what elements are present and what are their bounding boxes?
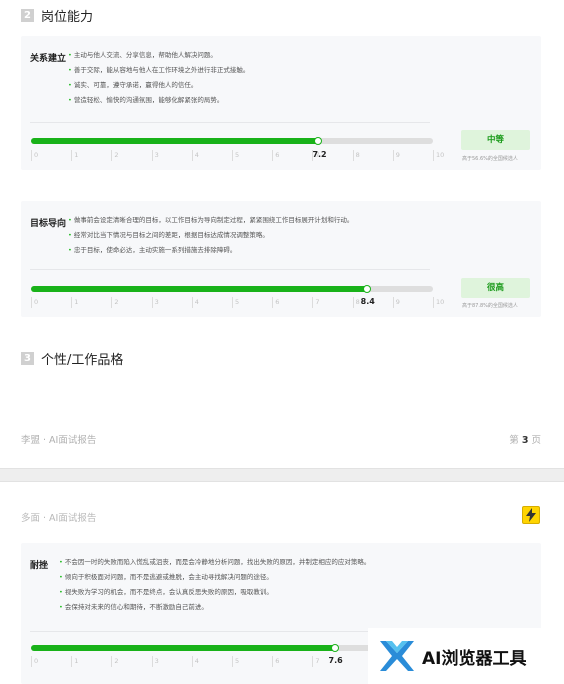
scale-tick: 1 — [71, 150, 78, 161]
scale-tick: 6 — [272, 150, 279, 161]
page-prefix: 第 — [509, 435, 519, 446]
scale-tick: 8 — [352, 297, 360, 308]
scale-tick: 5 — [232, 150, 239, 161]
page-number: 第 3 页 — [509, 432, 541, 446]
section-heading-ability: 2 岗位能力 — [21, 6, 93, 25]
divider — [30, 122, 430, 123]
scale-tick: 10 — [433, 297, 444, 308]
page-header: 多面 · AI面试报告 — [21, 513, 97, 524]
report-page-3: 2 岗位能力 关系建立 主动与他人交流、分享信息，帮助他人解决问题。 善于交际，… — [0, 0, 564, 468]
list-item: 不会因一时的失败而陷入慌乱或沮丧，而是会冷静地分析问题，找出失败的原因，并制定相… — [59, 555, 371, 570]
score-bar-fill — [31, 138, 321, 144]
score-bar — [31, 137, 433, 145]
list-item: 会保持对未来的信心和期待，不断激励自己前进。 — [59, 600, 370, 615]
scale-tick: 6 — [272, 656, 279, 667]
scale-tick: 8 — [352, 150, 360, 161]
level-badge: 很高 — [461, 278, 530, 298]
section-number: 3 — [21, 352, 34, 365]
scale-tick: 4 — [191, 656, 199, 667]
section-title: 岗位能力 — [41, 10, 94, 25]
scale-tick: 3 — [151, 297, 159, 308]
ability-description-list: 不会因一时的失败而陷入慌乱或沮丧，而是会冷静地分析问题，找出失败的原因，并制定相… — [59, 555, 371, 615]
list-item: 经常对比当下情况与目标之间的差距，根据目标达成情况调整策略。 — [68, 228, 353, 243]
section-heading-personality: 3 个性/工作品格 — [21, 349, 123, 368]
score-bar-fill — [31, 645, 337, 651]
ai-browser-logo: AI浏览器工具 — [368, 628, 564, 684]
list-item: 视失败为学习的机会，而不是终点，会认真反思失败的原因，吸取教训。 — [59, 585, 370, 600]
scale-tick: 0 — [31, 150, 38, 161]
scale-tick: 2 — [111, 150, 119, 161]
page-gap — [0, 468, 564, 482]
scale-tick: 7 — [312, 297, 320, 308]
scale-tick: 9 — [392, 297, 400, 308]
divider — [30, 269, 430, 270]
scale-tick: 3 — [151, 656, 159, 667]
list-item: 倾向于积极面对问题，而不是逃避或推脱，会主动寻找解决问题的途径。 — [59, 570, 370, 585]
page-num: 3 — [521, 435, 529, 446]
lightning-icon — [522, 506, 540, 524]
scale-tick: 10 — [433, 150, 444, 161]
ability-name: 目标导向 — [30, 219, 67, 229]
score-bar-knob — [330, 644, 339, 652]
cross-logo-icon — [380, 641, 414, 671]
scale-tick: 5 — [232, 297, 239, 308]
percentile-note: 高于56.6%的全国候选人 — [462, 156, 518, 162]
score-scale: 0 1 2 3 4 5 6 7 8 9 10 — [31, 150, 444, 162]
scale-tick: 1 — [71, 656, 78, 667]
list-item: 诚实、可靠，遵守承诺，赢得他人的信任。 — [68, 78, 249, 93]
score-bar-fill — [31, 286, 369, 292]
scale-tick: 4 — [191, 297, 199, 308]
score-bar — [31, 285, 433, 293]
ability-card-relationship: 关系建立 主动与他人交流、分享信息，帮助他人解决问题。 善于交际，能从容地与他人… — [21, 36, 541, 170]
list-item: 善于交际，能从容地与他人在工作环境之外进行非正式接触。 — [68, 63, 250, 78]
list-item: 主动与他人交流、分享信息，帮助他人解决问题。 — [68, 48, 249, 63]
percentile-note: 高于87.8%的全国候选人 — [462, 303, 518, 309]
scale-tick: 9 — [392, 150, 400, 161]
list-item: 忠于目标，使命必达，主动实施一系列措施去排除障碍。 — [68, 243, 353, 258]
score-value: 7.6 — [328, 656, 343, 665]
scale-tick: 6 — [272, 297, 279, 308]
scale-tick: 5 — [232, 656, 239, 667]
ability-name: 关系建立 — [30, 54, 67, 64]
level-badge: 中等 — [461, 130, 530, 150]
scale-tick: 3 — [151, 150, 159, 161]
footer-report-title: 李盟 · AI面试报告 — [21, 435, 97, 446]
list-item: 营造轻松、愉快的沟通氛围，能够化解紧张的局势。 — [68, 93, 249, 108]
score-value: 8.4 — [360, 297, 375, 306]
logo-text: AI浏览器工具 — [422, 648, 527, 669]
score-bar-knob — [362, 285, 371, 293]
ability-name: 耐挫 — [30, 561, 49, 571]
scale-tick: 7 — [312, 656, 320, 667]
scale-tick: 2 — [111, 656, 119, 667]
ability-description-list: 做事前会设定清晰合理的目标，以工作目标为导向制定过程，紧紧围绕工作目标展开计划和… — [68, 213, 354, 258]
section-number: 2 — [21, 9, 34, 22]
scale-tick: 2 — [111, 297, 119, 308]
ability-description-list: 主动与他人交流、分享信息，帮助他人解决问题。 善于交际，能从容地与他人在工作环境… — [68, 48, 250, 108]
score-bar-knob — [314, 137, 323, 145]
section-title: 个性/工作品格 — [41, 353, 124, 368]
page-footer: 李盟 · AI面试报告 第 3 页 — [21, 432, 541, 446]
score-value: 7.2 — [312, 150, 327, 159]
scale-tick: 4 — [191, 150, 199, 161]
ability-card-goal: 目标导向 做事前会设定清晰合理的目标，以工作目标为导向制定过程，紧紧围绕工作目标… — [21, 201, 541, 317]
scale-tick: 0 — [31, 656, 38, 667]
scale-tick: 1 — [71, 297, 78, 308]
page-suffix: 页 — [531, 435, 541, 446]
list-item: 做事前会设定清晰合理的目标，以工作目标为导向制定过程，紧紧围绕工作目标展开计划和… — [68, 213, 354, 228]
scale-tick: 0 — [31, 297, 38, 308]
